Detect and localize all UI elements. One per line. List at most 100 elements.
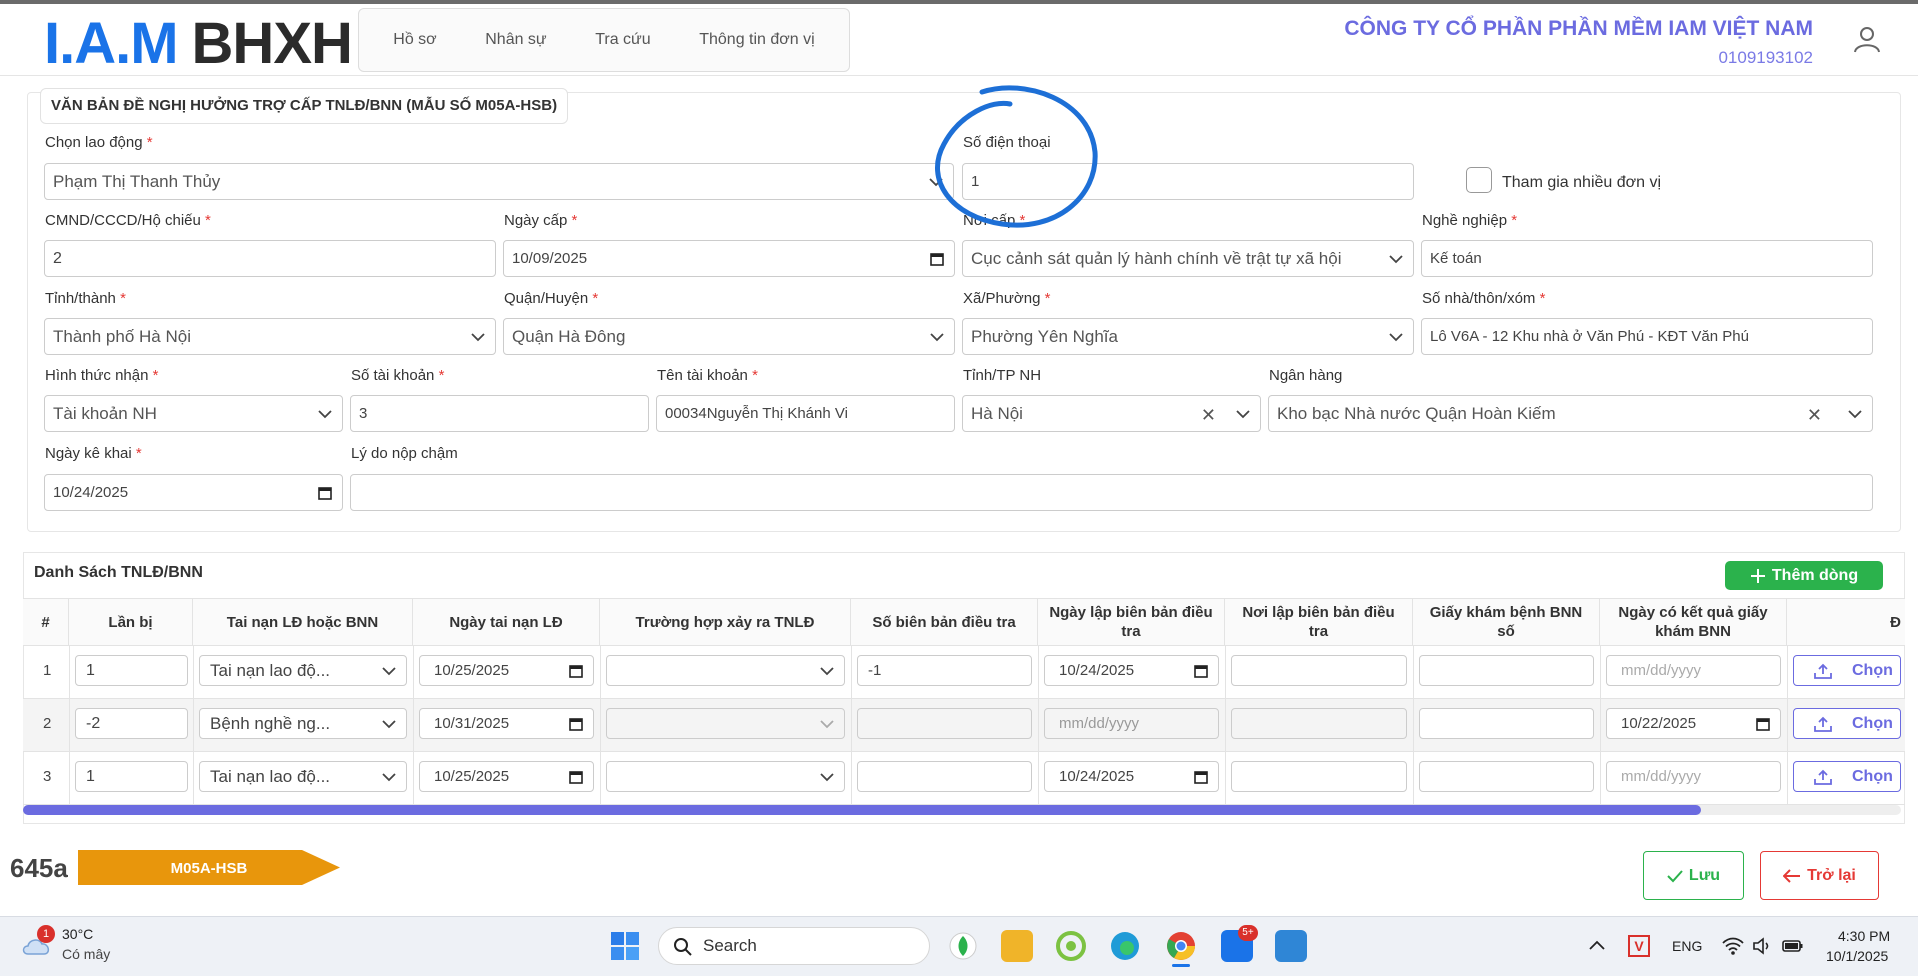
declare-date-label: Ngày kê khai * [45,445,142,462]
account-name-input[interactable]: 00034Nguyễn Thị Khánh Vi [656,395,955,432]
choose-file-label: Chọn [1852,767,1893,785]
accident-date-input[interactable]: 10/25/2025 [419,655,594,686]
choose-file-button[interactable]: Chọn [1793,708,1901,739]
th-report-date: Ngày lập biên bản điều tra [1038,598,1225,646]
taskbar-search[interactable]: Search [658,927,930,965]
chrome-browser-icon[interactable] [1165,930,1197,962]
language-indicator[interactable]: ENG [1672,938,1702,954]
exam-date-input[interactable]: mm/dd/yyyy [1606,761,1781,792]
nav-nhan-su[interactable]: Nhân sự [485,31,546,49]
type-select[interactable]: Tai nạn lao độ... [199,655,407,686]
clear-icon[interactable]: ✕ [1201,405,1216,426]
clock-time[interactable]: 4:30 PM [1838,928,1890,944]
calendar-icon[interactable] [569,663,583,678]
district-select[interactable]: Quận Hà Đông [503,318,955,355]
times-input[interactable]: 1 [75,761,188,792]
record-code: 645a [10,853,68,883]
calendar-icon[interactable] [569,769,583,784]
exam-no-input[interactable] [1419,761,1594,792]
battery-icon[interactable] [1782,938,1804,954]
choose-file-label: Chọn [1852,714,1893,732]
choose-file-button[interactable]: Chọn [1793,761,1901,792]
windows-start-icon[interactable] [609,930,641,962]
clock-date[interactable]: 10/1/2025 [1826,948,1888,964]
ward-select[interactable]: Phường Yên Nghĩa [962,318,1414,355]
id-input[interactable]: 2 [44,240,496,277]
declare-date-input[interactable]: 10/24/2025 [44,474,343,511]
calendar-icon[interactable] [569,716,583,731]
case-select[interactable] [606,761,845,792]
exam-no-input[interactable] [1419,708,1594,739]
late-reason-input[interactable] [350,474,1873,511]
nav-tra-cuu[interactable]: Tra cứu [595,31,650,49]
account-no-input[interactable]: 3 [350,395,649,432]
calendar-icon[interactable] [1194,663,1208,678]
chevron-up-icon[interactable] [1589,940,1605,950]
bank-city-select[interactable]: Hà Nội ✕ [962,395,1261,432]
edge-browser-icon[interactable] [1109,930,1141,962]
address-input[interactable]: Lô V6A - 12 Khu nhà ở Văn Phú - KĐT Văn … [1421,318,1873,355]
receive-method-select[interactable]: Tài khoản NH [44,395,343,432]
nav-thong-tin-don-vi[interactable]: Thông tin đơn vị [699,31,814,49]
exam-date-input[interactable]: 10/22/2025 [1606,708,1781,739]
user-icon[interactable] [1852,24,1882,54]
add-row-button[interactable]: Thêm dòng [1725,561,1883,590]
province-select[interactable]: Thành phố Hà Nội [44,318,496,355]
type-select[interactable]: Tai nạn lao độ... [199,761,407,792]
clear-icon[interactable]: ✕ [1807,405,1822,426]
file-explorer-icon[interactable] [1001,930,1033,962]
exam-date-input[interactable]: mm/dd/yyyy [1606,655,1781,686]
row-index: 2 [43,715,52,732]
col-divider [851,646,852,806]
arrow-left-icon [1783,868,1801,883]
choose-file-button[interactable]: Chọn [1793,655,1901,686]
form-title: VĂN BẢN ĐỀ NGHỊ HƯỞNG TRỢ CẤP TNLĐ/BNN (… [40,88,569,124]
company-name: CÔNG TY CỔ PHẦN PHẦN MỀM IAM VIỆT NAM [1344,17,1813,40]
multi-unit-label: Tham gia nhiều đơn vị [1502,174,1662,191]
photos-app-icon[interactable] [1275,930,1307,962]
type-select[interactable]: Bệnh nghề ng... [199,708,407,739]
app-logo[interactable]: I.A.M BHXH [44,14,353,74]
save-button[interactable]: Lưu [1643,851,1744,900]
bank-label: Ngân hàng [1269,367,1343,384]
calendar-icon[interactable] [930,251,944,266]
exam-no-input[interactable] [1419,655,1594,686]
vietkey-icon[interactable]: V [1628,935,1650,957]
wifi-icon[interactable] [1722,937,1744,955]
report-no-input[interactable]: -1 [857,655,1032,686]
top-navigation: Hồ sơ Nhân sự Tra cứu Thông tin đơn vị [358,8,850,72]
save-label: Lưu [1688,866,1721,884]
row-index: 3 [43,768,52,785]
multi-unit-checkbox[interactable] [1466,167,1492,193]
calendar-icon[interactable] [318,485,332,500]
back-button[interactable]: Trở lại [1760,851,1879,900]
report-date-input[interactable]: 10/24/2025 [1044,655,1219,686]
job-input[interactable]: Kế toán [1421,240,1873,277]
accident-date-input[interactable]: 10/25/2025 [419,761,594,792]
case-select[interactable] [606,655,845,686]
times-input[interactable]: 1 [75,655,188,686]
calendar-icon[interactable] [1194,769,1208,784]
th-exam-date: Ngày có kết quả giấy khám BNN [1600,598,1787,646]
report-date-input[interactable]: 10/24/2025 [1044,761,1219,792]
chevron-down-icon [820,773,834,782]
times-input[interactable]: -2 [75,708,188,739]
annotation-circle [935,85,1098,228]
green-app-icon[interactable] [1055,930,1087,962]
report-place-input[interactable] [1231,761,1407,792]
issue-date-input[interactable]: 10/09/2025 [503,240,955,277]
report-place-input[interactable] [1231,655,1407,686]
calendar-icon[interactable] [1756,716,1770,731]
employee-select[interactable]: Phạm Thị Thanh Thủy [44,163,954,200]
speaker-icon[interactable] [1752,937,1772,955]
nav-ho-so[interactable]: Hồ sơ [393,31,436,49]
leaf-app-icon[interactable] [947,930,979,962]
scrollbar-thumb[interactable] [23,805,1701,815]
accident-date-input[interactable]: 10/31/2025 [419,708,594,739]
bank-select[interactable]: Kho bạc Nhà nước Quận Hoàn Kiếm ✕ [1268,395,1873,432]
report-no-input[interactable] [857,761,1032,792]
bank-city-label: Tỉnh/TP NH [963,367,1042,384]
chevron-down-icon [820,720,834,729]
issue-place-select[interactable]: Cục cảnh sát quản lý hành chính về trật … [962,240,1414,277]
add-row-label: Thêm dòng [1771,566,1859,584]
